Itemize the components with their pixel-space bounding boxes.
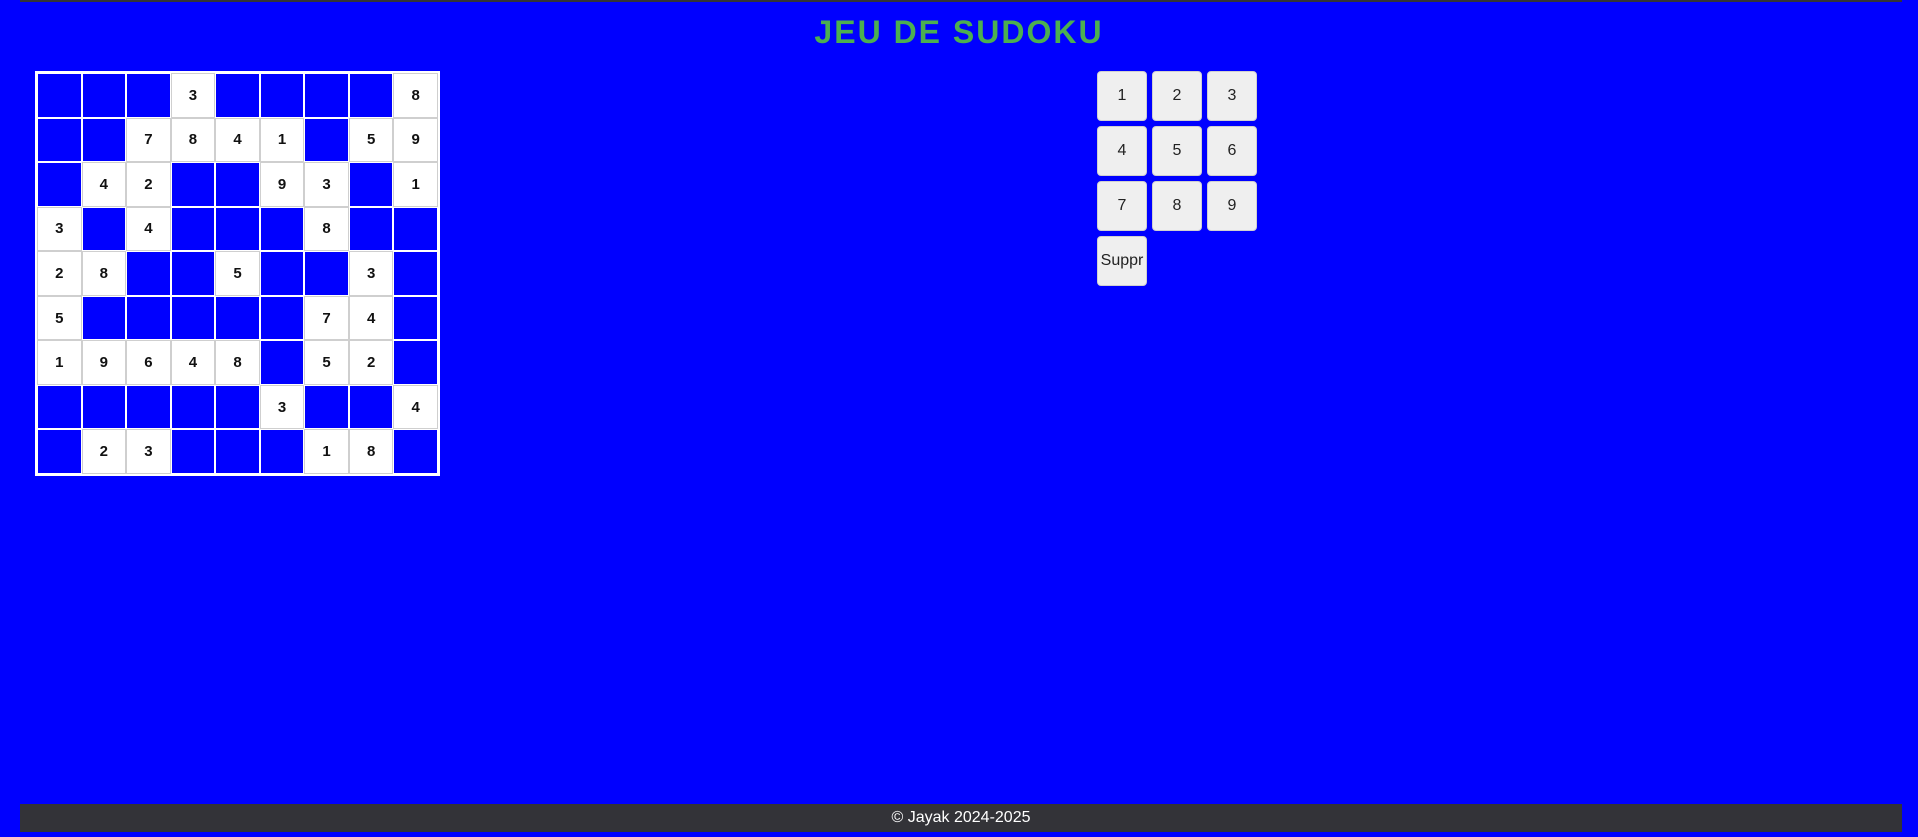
sudoku-cell-empty[interactable] (215, 73, 260, 118)
sudoku-cell-given: 8 (170, 117, 216, 163)
sudoku-cell-empty[interactable] (304, 251, 349, 296)
sudoku-cell-empty[interactable] (393, 295, 438, 341)
sudoku-cell-empty[interactable] (81, 384, 127, 430)
sudoku-cell-given: 4 (126, 206, 171, 252)
sudoku-cell-empty[interactable] (37, 429, 82, 474)
sudoku-cell-empty[interactable] (126, 295, 171, 341)
sudoku-cell-given: 2 (81, 429, 127, 474)
sudoku-cell-empty[interactable] (393, 206, 438, 252)
footer: © Jayak 2024-2025 (20, 804, 1902, 832)
sudoku-cell-given: 1 (259, 117, 305, 163)
sudoku-cell-empty[interactable] (170, 384, 216, 430)
sudoku-cell-empty[interactable] (215, 162, 260, 207)
sudoku-cell-given: 7 (126, 117, 171, 163)
sudoku-cell-empty[interactable] (393, 340, 438, 385)
sudoku-cell-given: 8 (81, 251, 127, 296)
sudoku-cell-given: 8 (215, 340, 260, 385)
sudoku-cell-empty[interactable] (259, 340, 305, 385)
sudoku-cell-empty[interactable] (215, 206, 260, 252)
sudoku-cell-given: 1 (393, 162, 438, 207)
sudoku-cell-empty[interactable] (393, 251, 438, 296)
sudoku-cell-empty[interactable] (170, 251, 216, 296)
sudoku-cell-empty[interactable] (170, 162, 216, 207)
keypad-button-6[interactable]: 6 (1207, 126, 1257, 176)
sudoku-cell-given: 4 (170, 340, 216, 385)
sudoku-cell-empty[interactable] (348, 206, 394, 252)
sudoku-cell-given: 3 (348, 251, 394, 296)
page-title: JEU DE SUDOKU (814, 14, 1104, 50)
keypad-button-3[interactable]: 3 (1207, 71, 1257, 121)
sudoku-cell-given: 5 (348, 117, 394, 163)
sudoku-cell-given: 9 (393, 117, 438, 163)
sudoku-cell-empty[interactable] (126, 73, 171, 118)
sudoku-cell-given: 4 (393, 384, 438, 430)
sudoku-cell-empty[interactable] (215, 295, 260, 341)
sudoku-cell-empty[interactable] (215, 384, 260, 430)
sudoku-cell-empty[interactable] (37, 73, 82, 118)
sudoku-cell-empty[interactable] (259, 251, 305, 296)
sudoku-cell-given: 6 (126, 340, 171, 385)
footer-copyright: © Jayak 2024-2025 (891, 809, 1031, 826)
sudoku-cell-empty[interactable] (259, 73, 305, 118)
keypad-button-8[interactable]: 8 (1152, 181, 1202, 231)
keypad-button-7[interactable]: 7 (1097, 181, 1147, 231)
sudoku-cell-given: 2 (126, 162, 171, 207)
sudoku-cell-empty[interactable] (304, 384, 349, 430)
sudoku-cell-empty[interactable] (348, 162, 394, 207)
sudoku-cell-given: 8 (393, 73, 438, 118)
top-divider (20, 0, 1902, 2)
keypad-button-2[interactable]: 2 (1152, 71, 1202, 121)
sudoku-cell-empty[interactable] (126, 384, 171, 430)
sudoku-cell-given: 3 (304, 162, 349, 207)
sudoku-cell-given: 9 (259, 162, 305, 207)
sudoku-cell-given: 2 (37, 251, 82, 296)
sudoku-cell-empty[interactable] (304, 73, 349, 118)
sudoku-cell-empty[interactable] (81, 206, 127, 252)
sudoku-cell-given: 5 (304, 340, 349, 385)
sudoku-cell-given: 3 (37, 206, 82, 252)
sudoku-cell-given: 2 (348, 340, 394, 385)
sudoku-cell-empty[interactable] (304, 117, 349, 163)
sudoku-cell-given: 3 (170, 73, 216, 118)
sudoku-cell-given: 1 (304, 429, 349, 474)
sudoku-cell-given: 1 (37, 340, 82, 385)
sudoku-cell-given: 3 (126, 429, 171, 474)
sudoku-cell-given: 9 (81, 340, 127, 385)
sudoku-cell-empty[interactable] (259, 295, 305, 341)
keypad-button-4[interactable]: 4 (1097, 126, 1147, 176)
sudoku-cell-given: 3 (259, 384, 305, 430)
sudoku-cell-given: 8 (348, 429, 394, 474)
sudoku-cell-given: 4 (348, 295, 394, 341)
sudoku-cell-empty[interactable] (348, 73, 394, 118)
sudoku-cell-given: 7 (304, 295, 349, 341)
sudoku-cell-given: 4 (81, 162, 127, 207)
sudoku-cell-empty[interactable] (259, 429, 305, 474)
sudoku-cell-given: 8 (304, 206, 349, 252)
sudoku-grid: 387841594293134828535741964852342318 (35, 71, 440, 476)
sudoku-cell-empty[interactable] (81, 73, 127, 118)
sudoku-cell-given: 4 (215, 117, 260, 163)
sudoku-cell-empty[interactable] (348, 384, 394, 430)
sudoku-cell-empty[interactable] (170, 429, 216, 474)
sudoku-cell-empty[interactable] (37, 117, 82, 163)
sudoku-cell-empty[interactable] (215, 429, 260, 474)
sudoku-cell-empty[interactable] (37, 162, 82, 207)
keypad-button-9[interactable]: 9 (1207, 181, 1257, 231)
sudoku-cell-given: 5 (215, 251, 260, 296)
sudoku-cell-given: 5 (37, 295, 82, 341)
sudoku-cell-empty[interactable] (393, 429, 438, 474)
sudoku-cell-empty[interactable] (170, 206, 216, 252)
keypad-button-1[interactable]: 1 (1097, 71, 1147, 121)
keypad-button-5[interactable]: 5 (1152, 126, 1202, 176)
delete-button[interactable]: Suppr (1097, 236, 1147, 286)
sudoku-cell-empty[interactable] (37, 384, 82, 430)
sudoku-cell-empty[interactable] (81, 295, 127, 341)
sudoku-cell-empty[interactable] (81, 117, 127, 163)
sudoku-cell-empty[interactable] (259, 206, 305, 252)
sudoku-cell-empty[interactable] (126, 251, 171, 296)
sudoku-cell-empty[interactable] (170, 295, 216, 341)
